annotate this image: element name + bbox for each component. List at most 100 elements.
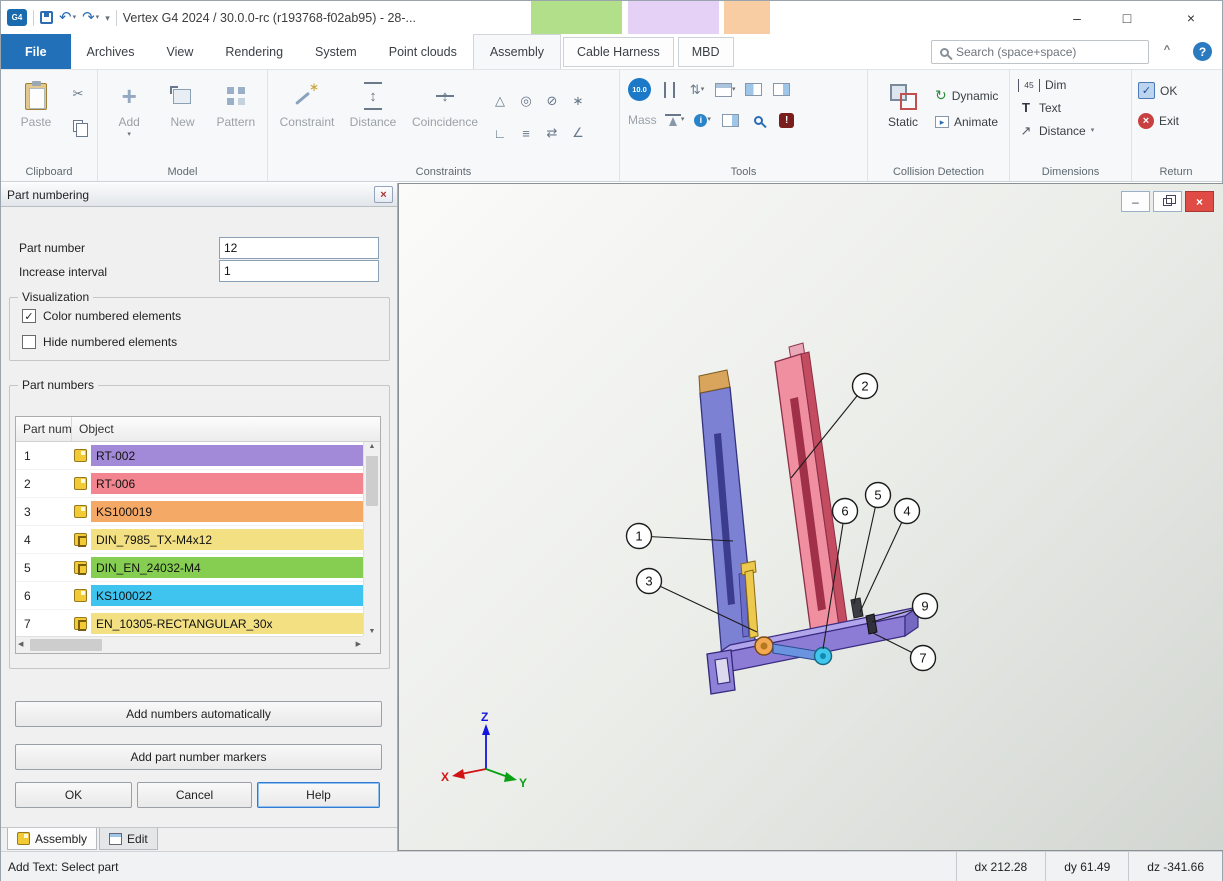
dim-button[interactable]: Dim	[1018, 78, 1131, 92]
viewport-close-button[interactable]: ×	[1185, 191, 1214, 212]
app-logo-icon[interactable]: G4	[7, 9, 27, 26]
balloon-4[interactable]: 4	[895, 499, 920, 524]
mass-label[interactable]: Mass	[628, 113, 657, 127]
ok-button[interactable]: ✓ OK	[1138, 82, 1220, 99]
search-input[interactable]	[956, 45, 1140, 59]
angle-constraint-button[interactable]: △	[490, 90, 510, 112]
scroll-left-icon[interactable]: ◀	[18, 640, 23, 648]
tab-system[interactable]: System	[299, 34, 373, 69]
horizontal-scroll-thumb[interactable]	[30, 639, 102, 651]
pane-list-button[interactable]	[772, 79, 792, 101]
animate-button[interactable]: ▸ Animate	[935, 115, 998, 129]
horizontal-scrollbar[interactable]: ◀ ▶	[16, 636, 363, 653]
balloon-3[interactable]: 3	[637, 569, 662, 594]
info-button[interactable]: i▾	[693, 109, 713, 131]
table-row[interactable]: 5DIN_EN_24032-M4	[16, 554, 363, 582]
viewport-restore-button[interactable]	[1153, 191, 1182, 212]
column-header-part-number[interactable]: Part num...	[16, 417, 72, 441]
balloon-1[interactable]: 1	[627, 524, 652, 549]
dynamic-collision-button[interactable]: ↻ Dynamic	[935, 87, 998, 104]
cut-button[interactable]: ✂	[68, 83, 88, 105]
bottom-tab-assembly[interactable]: Assembly	[7, 828, 97, 850]
interference-button[interactable]: !	[777, 109, 797, 131]
distance-dimension-button[interactable]: ↗ Distance ▾	[1018, 123, 1131, 139]
undo-button[interactable]: ↶▾	[59, 10, 76, 25]
tab-file[interactable]: File	[1, 34, 71, 69]
table-row[interactable]: 7EN_10305-RECTANGULAR_30x	[16, 610, 363, 636]
angle-dim-constraint-button[interactable]: ∠	[568, 122, 588, 144]
panel-titlebar[interactable]: Part numbering ×	[1, 183, 397, 207]
table-row[interactable]: 2RT-006	[16, 470, 363, 498]
exit-button[interactable]: × Exit	[1138, 113, 1220, 129]
balloon-5[interactable]: 5	[866, 483, 891, 508]
tab-point-clouds[interactable]: Point clouds	[373, 34, 473, 69]
balloon-9[interactable]: 9	[913, 594, 938, 619]
table-row[interactable]: 4DIN_7985_TX-M4x12	[16, 526, 363, 554]
copy-button[interactable]	[68, 115, 88, 137]
symmetry-constraint-button[interactable]: ∗	[568, 90, 588, 112]
add-numbers-automatically-button[interactable]: Add numbers automatically	[15, 701, 382, 727]
sequence-button[interactable]: ⇅▾	[687, 79, 707, 101]
help-button[interactable]: ?	[1193, 42, 1212, 61]
panel-ok-button[interactable]: OK	[15, 782, 132, 808]
parallel-constraint-button[interactable]: ≡	[516, 122, 536, 144]
tab-archives[interactable]: Archives	[71, 34, 151, 69]
balloon-7[interactable]: 7	[911, 646, 936, 671]
close-button[interactable]: ×	[1175, 6, 1207, 29]
hide-numbered-checkbox[interactable]	[22, 335, 36, 349]
increase-interval-input[interactable]	[219, 260, 379, 282]
new-button[interactable]: New	[157, 75, 207, 139]
scroll-down-icon[interactable]: ▼	[364, 628, 380, 635]
tab-rendering[interactable]: Rendering	[209, 34, 299, 69]
tab-view[interactable]: View	[150, 34, 209, 69]
static-collision-button[interactable]: Static	[874, 75, 932, 129]
balloon-6[interactable]: 6	[833, 499, 858, 524]
coincidence-button[interactable]: ↕ Coincidence	[406, 75, 484, 149]
column-header-object[interactable]: Object	[72, 417, 380, 441]
distance-constraint-button[interactable]: ↕ Distance	[343, 75, 403, 149]
perpendicular-constraint-button[interactable]: ∟	[490, 122, 510, 144]
vertical-scrollbar[interactable]: ▲ ▼	[363, 442, 380, 636]
zoom-check-button[interactable]	[749, 109, 769, 131]
constraint-button[interactable]: Constraint	[274, 75, 340, 149]
panel-cancel-button[interactable]: Cancel	[137, 782, 252, 808]
tangent-constraint-button[interactable]: ⊘	[542, 90, 562, 112]
customize-quick-access-button[interactable]: ▾	[105, 14, 110, 22]
viewport-minimize-button[interactable]: –	[1121, 191, 1150, 212]
maximize-button[interactable]: □	[1111, 6, 1143, 29]
text-button[interactable]: T Text	[1018, 100, 1131, 115]
scroll-up-icon[interactable]: ▲	[364, 443, 380, 450]
redo-button[interactable]: ↷▾	[82, 10, 99, 25]
tab-mbd[interactable]: MBD	[678, 37, 734, 67]
properties-pane-button[interactable]	[721, 109, 741, 131]
table-row[interactable]: 3KS100019	[16, 498, 363, 526]
bottom-tab-edit[interactable]: Edit	[99, 828, 158, 850]
color-numbered-checkbox[interactable]	[22, 309, 36, 323]
part-number-input[interactable]	[219, 237, 379, 259]
opposite-constraint-button[interactable]: ⇄	[542, 122, 562, 144]
concentric-constraint-button[interactable]: ◎	[516, 90, 536, 112]
table-row[interactable]: 1RT-002	[16, 442, 363, 470]
measure-button[interactable]	[659, 79, 679, 101]
minimize-button[interactable]: –	[1061, 6, 1093, 29]
collapse-ribbon-button[interactable]: ^	[1157, 44, 1177, 60]
viewport-3d[interactable]: 12345679 Z X Y – ×	[398, 183, 1223, 851]
balloon-2[interactable]: 2	[853, 374, 878, 399]
model-part-orange-washer[interactable]	[755, 637, 773, 655]
scroll-right-icon[interactable]: ▶	[356, 640, 361, 648]
vertical-scroll-thumb[interactable]	[366, 456, 378, 506]
tab-assembly[interactable]: Assembly	[473, 34, 561, 69]
pattern-button[interactable]: Pattern	[211, 75, 261, 139]
split-panes-button[interactable]	[744, 79, 764, 101]
add-part-number-markers-button[interactable]: Add part number markers	[15, 744, 382, 770]
tolerance-badge-icon[interactable]: 10.0	[628, 78, 651, 101]
table-row[interactable]: 6KS100022	[16, 582, 363, 610]
table-button[interactable]: ▾	[715, 79, 736, 101]
save-button[interactable]	[40, 11, 53, 24]
mass-properties-button[interactable]: ▾	[665, 109, 685, 131]
tab-cable-harness[interactable]: Cable Harness	[563, 37, 674, 67]
add-button[interactable]: + Add ▾	[104, 75, 154, 139]
panel-close-button[interactable]: ×	[374, 186, 393, 203]
panel-help-button[interactable]: Help	[257, 782, 380, 808]
paste-button[interactable]: Paste	[7, 75, 65, 137]
